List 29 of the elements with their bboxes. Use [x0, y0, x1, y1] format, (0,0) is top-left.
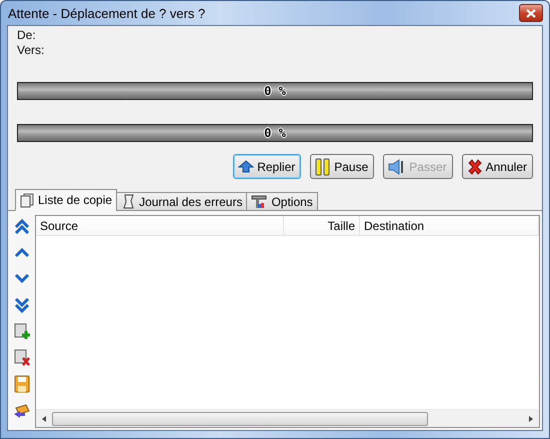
column-header[interactable]: Taille [284, 216, 360, 235]
tab[interactable]: Options [246, 192, 318, 211]
close-button[interactable] [519, 4, 543, 22]
pause-icon [315, 158, 332, 176]
tab[interactable]: Liste de copie [15, 189, 118, 211]
column-header[interactable]: Destination [360, 216, 539, 235]
window-title: Attente - Déplacement de ? vers ? [7, 6, 206, 20]
action-button[interactable]: Pause [310, 154, 374, 179]
arrow-up-icon [238, 160, 254, 174]
cross-icon [466, 158, 483, 174]
column-header[interactable]: Source [36, 216, 284, 235]
close-icon [526, 8, 536, 18]
action-button[interactable]: Replier [233, 154, 302, 179]
pages-icon [20, 192, 34, 208]
double-chevron-down-icon [14, 297, 30, 314]
action-button[interactable]: Annuler [462, 154, 533, 179]
progress-reading: 0 % [264, 125, 286, 141]
tab[interactable]: Journal des erreurs [116, 192, 248, 211]
double-chevron-up-icon [14, 218, 30, 234]
tools-icon [251, 194, 268, 209]
chevron-down-icon [14, 272, 30, 285]
field-label: Vers: [17, 43, 46, 58]
page-plus-icon [13, 322, 31, 341]
folder-arrow-icon [13, 402, 31, 419]
progress-reading: 0 % [264, 83, 286, 99]
horizontal-scrollbar[interactable] [36, 409, 539, 427]
field-label: De: [17, 28, 37, 43]
chevron-up-icon [14, 246, 30, 259]
page-cross-icon [13, 349, 31, 368]
